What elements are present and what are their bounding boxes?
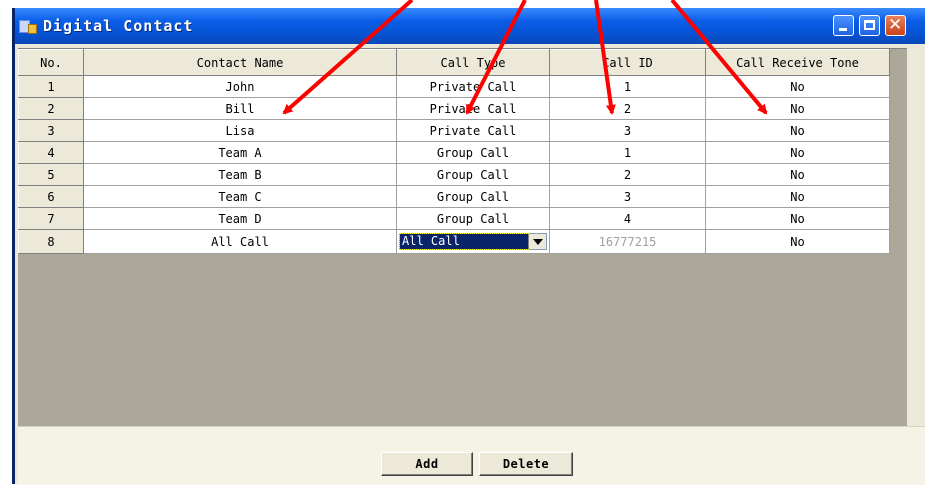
call-id-cell[interactable]: 4 — [549, 207, 706, 230]
call-type-cell[interactable]: Private Call — [396, 75, 550, 98]
call-id-cell[interactable]: 3 — [549, 119, 706, 142]
add-button[interactable]: Add — [381, 452, 473, 476]
contact-grid-area: No. Contact Name Call Type Call ID Call … — [18, 48, 907, 427]
row-number[interactable]: 5 — [18, 163, 84, 186]
call-id-cell[interactable]: 1 — [549, 141, 706, 164]
window-title: Digital Contact — [43, 17, 194, 35]
close-button[interactable]: ✕ — [885, 15, 906, 36]
column-header-no[interactable]: No. — [18, 49, 84, 76]
table-row: 1 John Private Call 1 No — [18, 75, 890, 98]
table-row: 6 Team C Group Call 3 No — [18, 185, 890, 208]
call-type-dropdown-cell: All Call — [396, 229, 550, 254]
delete-button[interactable]: Delete — [479, 452, 573, 476]
call-type-cell[interactable]: Private Call — [396, 119, 550, 142]
contact-name-cell[interactable]: Team C — [83, 185, 397, 208]
call-type-cell[interactable]: Group Call — [396, 185, 550, 208]
column-header-call-receive-tone[interactable]: Call Receive Tone — [705, 49, 890, 76]
row-number[interactable]: 4 — [18, 141, 84, 164]
row-number[interactable]: 8 — [18, 229, 84, 254]
contact-name-cell[interactable]: Team D — [83, 207, 397, 230]
call-type-cell[interactable]: Group Call — [396, 163, 550, 186]
contact-name-cell[interactable]: Team A — [83, 141, 397, 164]
table-row: 3 Lisa Private Call 3 No — [18, 119, 890, 142]
call-receive-tone-cell[interactable]: No — [705, 119, 890, 142]
contact-name-cell[interactable]: John — [83, 75, 397, 98]
contact-table: No. Contact Name Call Type Call ID Call … — [18, 49, 890, 254]
app-icon — [19, 19, 37, 34]
call-id-cell[interactable]: 1 — [549, 75, 706, 98]
column-header-contact-name[interactable]: Contact Name — [83, 49, 397, 76]
call-id-cell-disabled: 16777215 — [549, 229, 706, 254]
call-receive-tone-cell[interactable]: No — [705, 97, 890, 120]
call-receive-tone-cell[interactable]: No — [705, 229, 890, 254]
close-icon: ✕ — [888, 15, 903, 35]
column-header-call-id[interactable]: Call ID — [549, 49, 706, 76]
call-receive-tone-cell[interactable]: No — [705, 185, 890, 208]
call-type-dropdown-value[interactable]: All Call — [399, 233, 529, 250]
contact-name-cell[interactable]: Bill — [83, 97, 397, 120]
maximize-button[interactable] — [859, 15, 880, 36]
call-id-cell[interactable]: 2 — [549, 163, 706, 186]
call-receive-tone-cell[interactable]: No — [705, 141, 890, 164]
row-number[interactable]: 1 — [18, 75, 84, 98]
header-row: No. Contact Name Call Type Call ID Call … — [18, 49, 890, 76]
contact-name-cell[interactable]: All Call — [83, 229, 397, 254]
table-row: 4 Team A Group Call 1 No — [18, 141, 890, 164]
table-row-editing: 8 All Call All Call 16777215 No — [18, 229, 890, 254]
row-number[interactable]: 7 — [18, 207, 84, 230]
row-number[interactable]: 2 — [18, 97, 84, 120]
contact-name-cell[interactable]: Lisa — [83, 119, 397, 142]
call-type-dropdown[interactable]: All Call — [399, 233, 547, 250]
title-bar[interactable]: Digital Contact ✕ — [15, 8, 925, 44]
call-receive-tone-cell[interactable]: No — [705, 207, 890, 230]
row-number[interactable]: 6 — [18, 185, 84, 208]
call-id-cell[interactable]: 3 — [549, 185, 706, 208]
contact-name-cell[interactable]: Team B — [83, 163, 397, 186]
button-bar: Add Delete — [18, 426, 925, 485]
dropdown-arrow-icon[interactable] — [528, 234, 546, 249]
minimize-button[interactable] — [833, 15, 854, 36]
digital-contact-window: Digital Contact ✕ No. Contact Name Call … — [12, 8, 925, 485]
table-row: 7 Team D Group Call 4 No — [18, 207, 890, 230]
maximize-icon — [864, 20, 875, 30]
call-receive-tone-cell[interactable]: No — [705, 75, 890, 98]
row-number[interactable]: 3 — [18, 119, 84, 142]
column-header-call-type[interactable]: Call Type — [396, 49, 550, 76]
table-row: 5 Team B Group Call 2 No — [18, 163, 890, 186]
call-type-cell[interactable]: Group Call — [396, 207, 550, 230]
minimize-icon — [839, 28, 847, 31]
call-type-cell[interactable]: Private Call — [396, 97, 550, 120]
table-row: 2 Bill Private Call 2 No — [18, 97, 890, 120]
call-id-cell[interactable]: 2 — [549, 97, 706, 120]
call-type-cell[interactable]: Group Call — [396, 141, 550, 164]
call-receive-tone-cell[interactable]: No — [705, 163, 890, 186]
